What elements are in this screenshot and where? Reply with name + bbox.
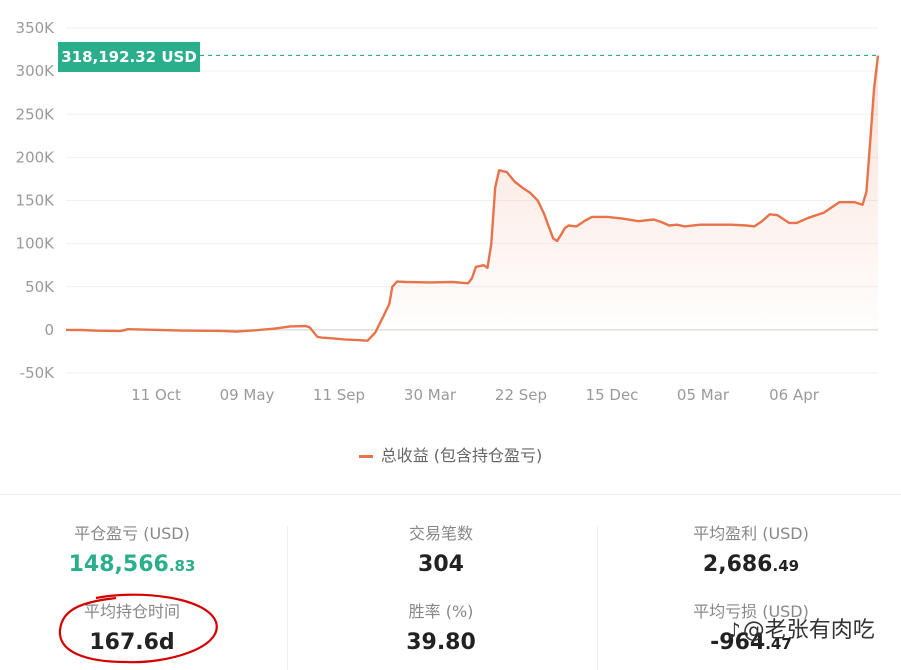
y-tick-label: -50K	[20, 364, 55, 382]
y-tick-label: 0	[44, 321, 54, 339]
x-tick-label: 09 May	[220, 386, 275, 404]
chart-legend[interactable]: 总收益 (包含持仓盈亏)	[0, 442, 901, 466]
y-axis: 350K 300K 250K 200K 150K 100K 50K 0 -50K	[16, 19, 56, 382]
x-axis: 11 Oct 09 May 11 Sep 30 Mar 22 Sep 15 Dec 05 M…	[131, 386, 820, 404]
x-tick-label: 30 Mar	[404, 386, 457, 404]
x-tick-label: 15 Dec	[586, 386, 639, 404]
pnl-chart: 350K 300K 250K 200K 150K 100K 50K 0 -50K 11 Oct 0…	[16, 19, 880, 404]
x-tick-label: 11 Sep	[313, 386, 365, 404]
win-rate-label: 胜率 (%)	[408, 602, 474, 621]
trade-count-value: 304	[418, 552, 464, 577]
closed-pnl-value: 148,566.83	[68, 552, 196, 577]
legend-label: 总收益 (包含持仓盈亏)	[380, 446, 543, 465]
y-tick-label: 350K	[16, 19, 56, 37]
douyin-icon: ♪	[728, 618, 741, 642]
x-tick-label: 05 Mar	[677, 386, 730, 404]
divider	[0, 494, 901, 495]
closed-pnl-label: 平仓盈亏 (USD)	[74, 524, 190, 543]
stats-column-2: 交易笔数 304 胜率 (%) 39.80	[291, 522, 591, 662]
current-value-label: 318,192.32 USD	[61, 48, 197, 66]
x-tick-label: 22 Sep	[495, 386, 547, 404]
x-tick-label: 06 Apr	[769, 386, 820, 404]
y-tick-label: 150K	[16, 192, 56, 210]
avg-profit-label: 平均盈利 (USD)	[693, 524, 809, 543]
y-tick-label: 200K	[16, 148, 56, 166]
trade-count-label: 交易笔数	[408, 524, 473, 543]
avg-profit-value: 2,686.49	[702, 552, 800, 577]
red-annotation-circle	[58, 593, 218, 664]
watermark: ♪@老张有肉吃	[728, 612, 875, 644]
y-tick-label: 250K	[16, 105, 56, 123]
y-tick-label: 300K	[16, 62, 56, 80]
legend-swatch	[358, 455, 373, 458]
watermark-text: @老张有肉吃	[742, 618, 875, 643]
y-tick-label: 50K	[25, 278, 55, 296]
y-tick-label: 100K	[16, 235, 56, 253]
win-rate-value: 39.80	[406, 630, 476, 655]
current-value-badge: 318,192.32 USD	[58, 42, 200, 72]
x-tick-label: 11 Oct	[131, 386, 181, 404]
area-fill	[66, 55, 878, 341]
